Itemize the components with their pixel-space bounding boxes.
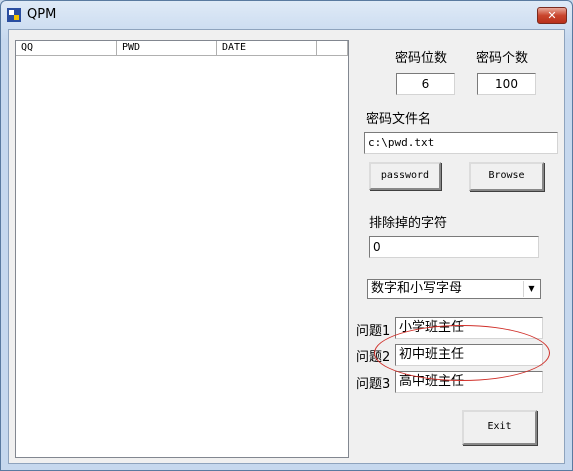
question2-input[interactable]: 初中班主任 [395, 344, 543, 366]
password-count-input[interactable]: 100 [477, 73, 536, 95]
password-count-label: 密码个数 [476, 51, 529, 66]
browse-button[interactable]: Browse [469, 162, 544, 191]
results-list[interactable]: QQ PWD DATE [15, 40, 349, 458]
app-icon [7, 8, 21, 22]
question3-input[interactable]: 高中班主任 [395, 371, 543, 393]
window-title: QPM [27, 7, 57, 22]
question2-label: 问题2 [356, 350, 391, 365]
charset-select[interactable]: 数字和小写字母 ▼ [367, 279, 541, 299]
password-file-label: 密码文件名 [366, 112, 432, 127]
column-header-qq[interactable]: QQ [16, 41, 117, 56]
column-header-date[interactable]: DATE [217, 41, 317, 56]
question1-label: 问题1 [356, 324, 391, 339]
app-window: QPM ✕ QQ PWD DATE 密码位数 密码个数 6 100 密码文件名 … [0, 0, 573, 471]
password-file-input[interactable]: c:\pwd.txt [364, 132, 558, 154]
exclude-chars-input[interactable]: 0 [369, 236, 539, 258]
password-length-label: 密码位数 [395, 51, 448, 66]
exclude-chars-label: 排除掉的字符 [369, 216, 448, 231]
title-bar[interactable]: QPM ✕ [1, 1, 572, 29]
client-area: QQ PWD DATE 密码位数 密码个数 6 100 密码文件名 c:\pwd… [8, 29, 565, 464]
question1-input[interactable]: 小学班主任 [395, 317, 543, 339]
column-header-empty[interactable] [317, 41, 348, 56]
exit-button[interactable]: Exit [462, 410, 537, 445]
question3-label: 问题3 [356, 377, 391, 392]
password-button[interactable]: password [369, 162, 441, 190]
password-length-input[interactable]: 6 [396, 73, 455, 95]
chevron-down-icon[interactable]: ▼ [523, 281, 539, 297]
close-button[interactable]: ✕ [537, 7, 567, 24]
close-icon: ✕ [547, 9, 557, 22]
charset-selected: 数字和小写字母 [371, 281, 463, 296]
column-header-pwd[interactable]: PWD [117, 41, 217, 56]
